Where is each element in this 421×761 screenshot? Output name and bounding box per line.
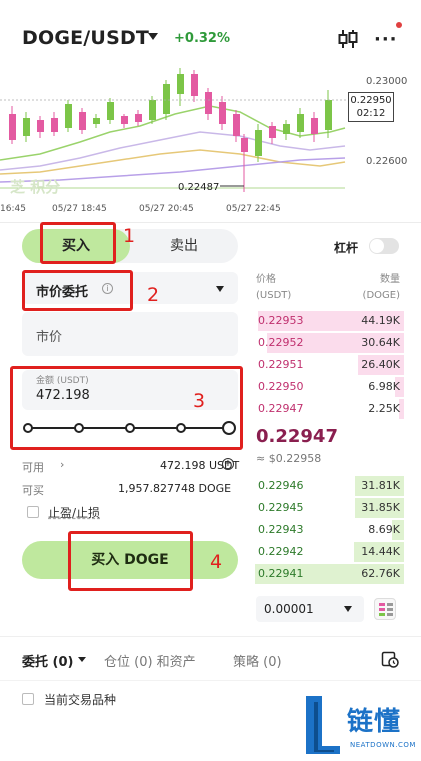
plus-icon[interactable]: + bbox=[222, 458, 234, 470]
ask-price: 0.22951 bbox=[258, 358, 304, 371]
sell-tab[interactable]: 卖出 bbox=[130, 229, 238, 263]
time-label: 05/27 20:45 bbox=[139, 204, 194, 214]
qty-header-label: 数量 bbox=[380, 274, 400, 285]
bid-qty: 62.76K bbox=[361, 567, 400, 580]
candlestick-icon[interactable] bbox=[336, 28, 360, 50]
switch-knob bbox=[370, 239, 384, 253]
history-icon[interactable] bbox=[381, 650, 399, 668]
ask-qty: 6.98K bbox=[368, 380, 400, 393]
market-price-label: 市价 bbox=[36, 330, 63, 345]
bid-price: 0.22943 bbox=[258, 523, 304, 536]
bid-price: 0.22946 bbox=[258, 479, 304, 492]
precision-value: 0.00001 bbox=[264, 602, 314, 616]
chart-watermark: 芝 积分 bbox=[10, 178, 61, 196]
orderbook-layout-icon[interactable] bbox=[374, 598, 396, 620]
leverage-label: 杠杆 bbox=[334, 241, 359, 255]
annotation-box-2 bbox=[22, 270, 133, 311]
notification-dot bbox=[396, 22, 402, 28]
low-price-label: 0.22487 bbox=[178, 182, 219, 193]
annotation-box-1 bbox=[40, 222, 116, 264]
ask-row[interactable]: 0.22947 2.25K bbox=[252, 398, 404, 420]
y-axis-label: 0.22600 bbox=[366, 156, 407, 167]
ask-price: 0.22953 bbox=[258, 314, 304, 327]
price-chart[interactable]: 0.22487 0.23000 0.22600 0.22950 02:12 bbox=[0, 62, 421, 204]
can-buy-value: 1,957.827748 DOGE bbox=[118, 482, 232, 495]
annotation-number-2: 2 bbox=[147, 284, 160, 306]
ask-row[interactable]: 0.22951 26.40K bbox=[252, 354, 404, 376]
logo-subtext: NEATDOWN.COM bbox=[350, 741, 416, 749]
time-label: 16:45 bbox=[0, 204, 26, 214]
ask-price: 0.22950 bbox=[258, 380, 304, 393]
bid-qty: 31.85K bbox=[361, 501, 400, 514]
bid-price: 0.22942 bbox=[258, 545, 304, 558]
orderbook-qty-header: 数量 (DOGE) bbox=[362, 272, 400, 304]
ask-qty: 30.64K bbox=[361, 336, 400, 349]
chevron-down-icon bbox=[216, 286, 224, 292]
ask-row[interactable]: 0.22953 44.19K bbox=[252, 310, 404, 332]
annotation-box-4 bbox=[68, 531, 193, 591]
price-header-label: 价格 bbox=[256, 274, 276, 285]
header: DOGE/USDT +0.32% ··· bbox=[0, 0, 421, 62]
candlestick-chart: 0.22487 0.23000 0.22600 bbox=[0, 68, 407, 193]
last-price-fiat: ≈ $0.22958 bbox=[256, 452, 322, 465]
price-change: +0.32% bbox=[174, 31, 230, 46]
available-label: 可用 bbox=[22, 461, 44, 474]
time-label: 05/27 18:45 bbox=[52, 204, 107, 214]
bid-price: 0.22941 bbox=[258, 567, 304, 580]
ask-price: 0.22952 bbox=[258, 336, 304, 349]
bid-row[interactable]: 0.22941 62.76K bbox=[252, 563, 404, 585]
orderbook-price-header: 价格 (USDT) bbox=[256, 272, 291, 304]
bid-qty: 8.69K bbox=[368, 523, 400, 536]
annotation-number-3: 3 bbox=[193, 390, 206, 412]
more-icon[interactable]: ··· bbox=[374, 31, 398, 49]
price-tag-countdown: 02:12 bbox=[356, 108, 386, 119]
bid-price: 0.22945 bbox=[258, 501, 304, 514]
annotation-number-1: 1 bbox=[123, 225, 136, 247]
chevron-right-icon[interactable]: › bbox=[60, 458, 64, 471]
tab-positions[interactable]: 仓位 (0) 和资产 bbox=[104, 651, 196, 670]
can-buy-label: 可买 bbox=[22, 484, 44, 497]
logo-text: 链懂 bbox=[347, 707, 402, 737]
chevron-down-icon[interactable] bbox=[78, 657, 86, 662]
ask-qty: 44.19K bbox=[361, 314, 400, 327]
price-tag-value: 0.22950 bbox=[350, 95, 392, 106]
leverage-switch[interactable] bbox=[369, 238, 399, 254]
ask-row[interactable]: 0.22950 6.98K bbox=[252, 376, 404, 398]
last-price: 0.22947 bbox=[256, 426, 338, 447]
annotation-box-3 bbox=[10, 366, 243, 450]
bid-qty: 31.81K bbox=[361, 479, 400, 492]
tpsl-checkbox[interactable] bbox=[27, 506, 39, 518]
current-pair-checkbox[interactable] bbox=[22, 693, 34, 705]
current-price-tag: 0.22950 02:12 bbox=[348, 92, 394, 122]
price-header-unit: (USDT) bbox=[256, 290, 292, 301]
qty-header-unit: (DOGE) bbox=[362, 290, 400, 301]
bid-row[interactable]: 0.22943 8.69K bbox=[252, 519, 404, 541]
bid-qty: 14.44K bbox=[361, 545, 400, 558]
bid-row[interactable]: 0.22942 14.44K bbox=[252, 541, 404, 563]
time-axis: 16:45 05/27 18:45 05/27 20:45 05/27 22:4… bbox=[0, 204, 421, 216]
tab-orders[interactable]: 委托 (0) bbox=[22, 651, 73, 670]
tab-strategy[interactable]: 策略 (0) bbox=[233, 651, 282, 670]
time-label: 05/27 22:45 bbox=[226, 204, 281, 214]
current-pair-label[interactable]: 当前交易品种 bbox=[44, 691, 116, 708]
chevron-down-icon[interactable] bbox=[148, 33, 158, 40]
bid-row[interactable]: 0.22946 31.81K bbox=[252, 475, 404, 497]
ask-qty: 2.25K bbox=[368, 402, 400, 415]
divider bbox=[0, 636, 421, 637]
bid-row[interactable]: 0.22945 31.85K bbox=[252, 497, 404, 519]
tpsl-label[interactable]: 止盈/止损 bbox=[48, 504, 100, 521]
annotation-number-4: 4 bbox=[210, 551, 223, 573]
ask-row[interactable]: 0.22952 30.64K bbox=[252, 332, 404, 354]
ask-price: 0.22947 bbox=[258, 402, 304, 415]
y-axis-label: 0.23000 bbox=[366, 76, 407, 87]
chevron-down-icon bbox=[344, 606, 352, 612]
pair-title[interactable]: DOGE/USDT bbox=[22, 27, 149, 49]
ask-qty: 26.40K bbox=[361, 358, 400, 371]
